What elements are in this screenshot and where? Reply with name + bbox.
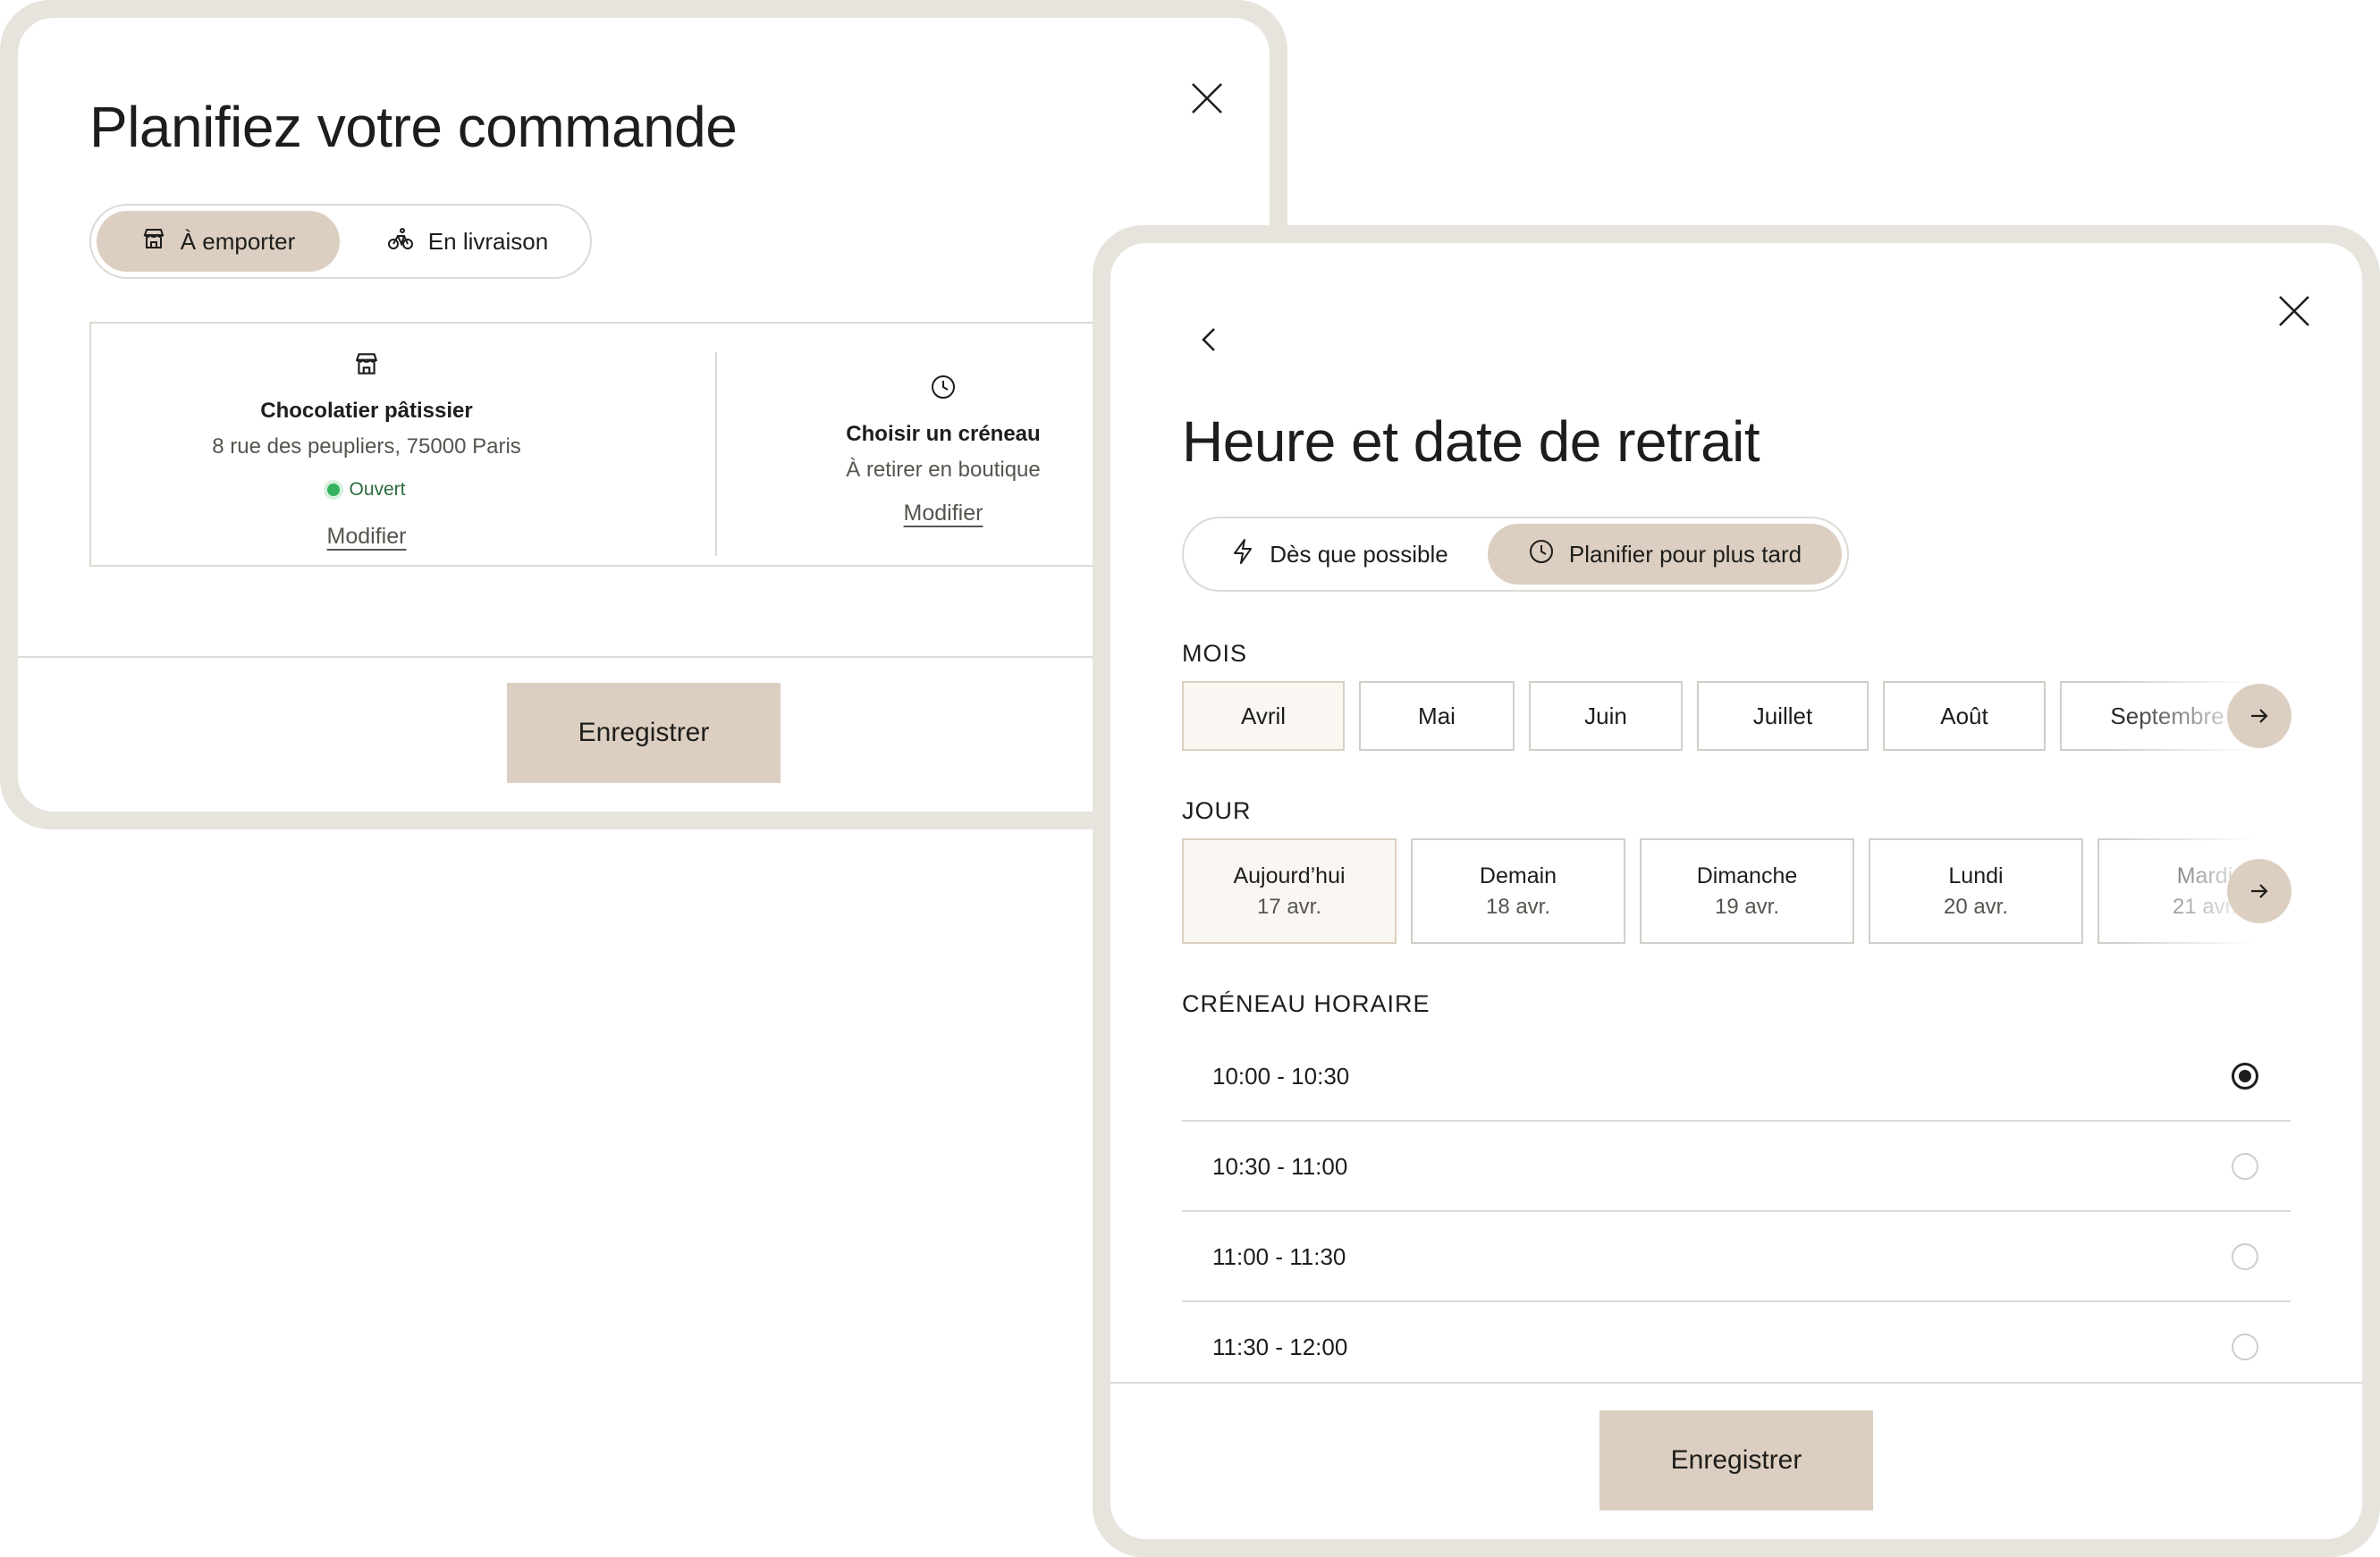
day-date: 20 avr. (1943, 894, 2009, 919)
timeslot-option[interactable]: 11:30 - 12:00 (1182, 1302, 2291, 1392)
footer-divider (1110, 1382, 2362, 1384)
day-name: Dimanche (1696, 863, 1798, 888)
store-icon (141, 226, 166, 257)
day-name: Demain (1479, 863, 1557, 888)
day-chip[interactable]: Lundi 20 avr. (1869, 838, 2083, 944)
timeslot-label: 11:00 - 11:30 (1212, 1242, 1346, 1270)
timeslot-label: 10:00 - 10:30 (1212, 1062, 1350, 1090)
modal-title: Planifiez votre commande (89, 95, 738, 159)
asap-option[interactable]: Dès que possible (1189, 524, 1490, 585)
timeslot-section-label: CRÉNEAU HORAIRE (1182, 990, 1431, 1017)
timeslot-label: 10:30 - 11:00 (1212, 1152, 1348, 1180)
month-chip-mai[interactable]: Mai (1359, 681, 1515, 751)
day-name: Lundi (1948, 863, 2004, 888)
month-selector: Avril Mai Juin Juillet Août Septembre (1182, 681, 2291, 751)
timeslot-option[interactable]: 11:00 - 11:30 (1182, 1212, 2291, 1301)
store-icon (353, 350, 380, 382)
day-name: Aujourd’hui (1233, 863, 1346, 888)
store-info: Chocolatier pâtissier 8 rue des peuplier… (91, 324, 642, 565)
store-name: Chocolatier pâtissier (260, 399, 473, 423)
month-chip-avril[interactable]: Avril (1182, 681, 1345, 751)
radio-selected-icon[interactable] (2232, 1063, 2258, 1090)
status-dot-icon (327, 484, 341, 496)
clock-icon (1528, 538, 1555, 571)
month-chip-aout[interactable]: Août (1883, 681, 2046, 751)
day-name: Mardi (2176, 863, 2233, 888)
asap-label: Dès que possible (1270, 540, 1448, 568)
delivery-label: En livraison (427, 227, 549, 255)
status-label: Ouvert (349, 479, 406, 500)
month-chip-juillet[interactable]: Juillet (1697, 681, 1869, 751)
order-mode-toggle: À emporter En livraison (89, 204, 592, 279)
day-chip[interactable]: Aujourd’hui 17 avr. (1182, 838, 1397, 944)
close-icon[interactable] (1186, 77, 1228, 120)
clock-icon (930, 374, 957, 405)
save-button[interactable]: Enregistrer (1599, 1410, 1873, 1511)
store-address: 8 rue des peupliers, 75000 Paris (212, 434, 521, 459)
order-summary-box: Chocolatier pâtissier 8 rue des peuplier… (89, 322, 1162, 567)
modal-title: Heure et date de retrait (1182, 409, 1760, 474)
chevron-left-icon[interactable] (1191, 318, 1227, 361)
month-chip-juin[interactable]: Juin (1529, 681, 1683, 751)
schedule-later-label: Planifier pour plus tard (1568, 540, 1802, 568)
radio-icon[interactable] (2232, 1153, 2258, 1180)
takeaway-option[interactable]: À emporter (97, 211, 340, 272)
delivery-option[interactable]: En livraison (350, 211, 585, 272)
day-chip[interactable]: Dimanche 19 avr. (1640, 838, 1854, 944)
timeslot-option[interactable]: 10:30 - 11:00 (1182, 1122, 2291, 1211)
day-selector: Aujourd’hui 17 avr. Demain 18 avr. Diman… (1182, 838, 2291, 944)
day-date: 17 avr. (1256, 894, 1322, 919)
lightning-icon (1230, 538, 1255, 571)
footer-divider (18, 656, 1270, 658)
day-date: 19 avr. (1714, 894, 1780, 919)
day-chip[interactable]: Demain 18 avr. (1411, 838, 1625, 944)
arrow-right-icon[interactable] (2227, 684, 2291, 748)
timing-toggle: Dès que possible Planifier pour plus tar… (1182, 517, 1849, 592)
radio-icon[interactable] (2232, 1243, 2258, 1270)
schedule-later-option[interactable]: Planifier pour plus tard (1488, 524, 1842, 585)
arrow-right-icon[interactable] (2227, 859, 2291, 923)
order-modal: Planifiez votre commande À emporter En l… (18, 18, 1270, 812)
pickup-modal: Heure et date de retrait Dès que possibl… (1110, 243, 2362, 1539)
close-icon[interactable] (2273, 290, 2316, 332)
bike-icon (387, 226, 414, 257)
takeaway-label: À emporter (180, 227, 296, 255)
timeslot-label: 11:30 - 12:00 (1212, 1333, 1348, 1360)
radio-icon[interactable] (2232, 1334, 2258, 1360)
status-badge: Ouvert (91, 479, 642, 501)
timeslot-option[interactable]: 10:00 - 10:30 (1182, 1031, 2291, 1121)
day-section-label: JOUR (1182, 797, 1252, 824)
day-date: 18 avr. (1485, 894, 1551, 919)
edit-store-link[interactable]: Modifier (91, 524, 642, 550)
month-section-label: MOIS (1182, 640, 1248, 667)
save-button[interactable]: Enregistrer (507, 683, 781, 783)
